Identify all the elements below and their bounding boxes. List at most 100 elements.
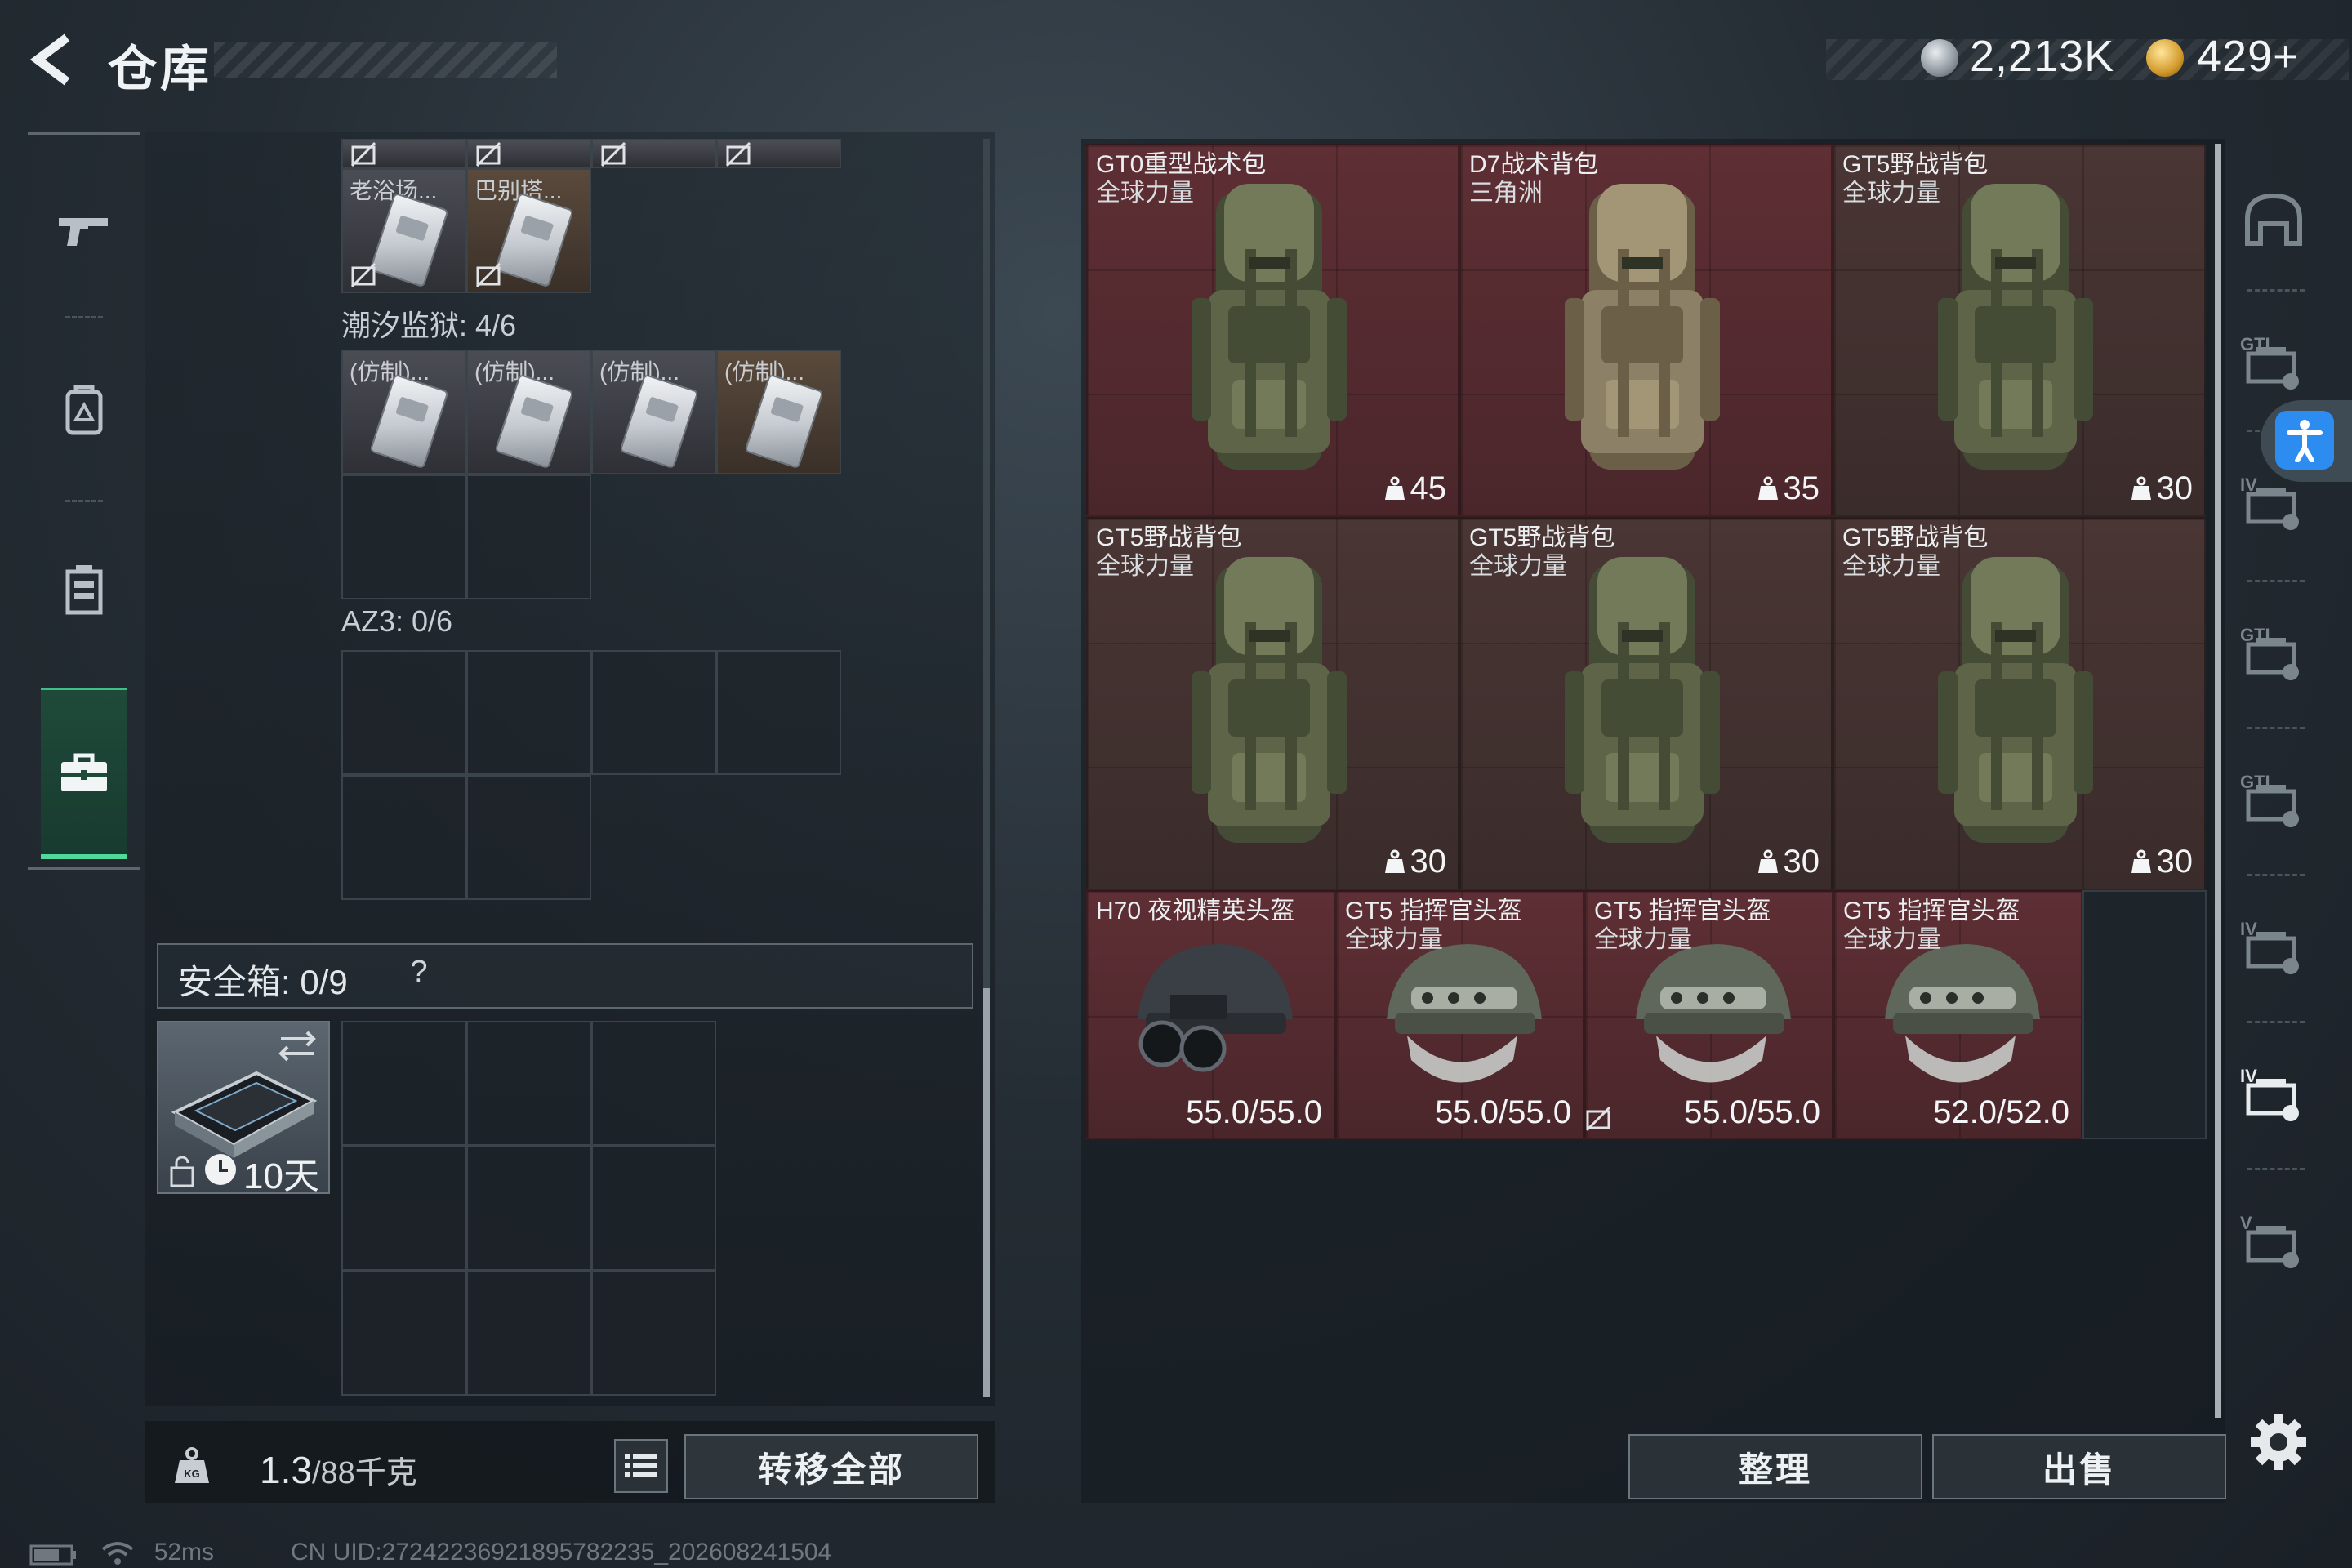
inventory-item[interactable]: 巴别塔... bbox=[466, 168, 591, 293]
svg-text:IV: IV bbox=[2240, 1066, 2257, 1086]
safe-box-slot[interactable] bbox=[341, 1271, 466, 1396]
inventory-item[interactable] bbox=[716, 139, 841, 168]
inventory-item[interactable] bbox=[341, 139, 466, 168]
stash-item[interactable]: GT5野战背包 全球力量 30 bbox=[1086, 517, 1459, 890]
nav-separator bbox=[65, 500, 103, 502]
weight-current: 1.3 bbox=[260, 1449, 312, 1491]
stash-item[interactable]: D7战术背包 三角洲 35 bbox=[1459, 144, 1833, 517]
nav-divider bbox=[28, 132, 140, 135]
vest-tab[interactable] bbox=[28, 508, 140, 671]
empty-slot[interactable] bbox=[2082, 890, 2207, 1139]
uid-readout: CN UID:27242236921895782235_202608241504 bbox=[291, 1539, 832, 1566]
inventory-item[interactable]: (仿制)... bbox=[716, 350, 841, 474]
value-text: 55.0/55.0 bbox=[1435, 1094, 1571, 1130]
stash-item[interactable]: GT5 指挥官头盔 全球力量 52.0/52.0 bbox=[1833, 890, 2082, 1139]
safe-box-slot[interactable] bbox=[591, 1271, 716, 1396]
empty-slot[interactable] bbox=[341, 650, 466, 775]
no-trade-icon bbox=[475, 262, 501, 288]
durability-value: 55.0/55.0 bbox=[1186, 1094, 1322, 1131]
helmet-icon bbox=[2243, 191, 2305, 252]
empty-slot[interactable] bbox=[341, 775, 466, 900]
sort-button[interactable]: 整理 bbox=[1628, 1434, 1922, 1499]
vest-icon bbox=[65, 565, 103, 615]
item-name: GT5野战背包 全球力量 bbox=[1469, 523, 1615, 581]
item-faction: 三角洲 bbox=[1469, 180, 1543, 207]
helmet-tab[interactable] bbox=[2228, 168, 2319, 274]
stash-item[interactable]: GT0重型战术包 全球力量 45 bbox=[1086, 144, 1459, 517]
svg-text:IV: IV bbox=[2240, 474, 2257, 495]
weight-icon bbox=[1384, 845, 1405, 882]
empty-slot[interactable] bbox=[591, 650, 716, 775]
container-scrollbar-thumb[interactable] bbox=[983, 988, 990, 1396]
item-name: H70 夜视精英头盔 bbox=[1096, 897, 1294, 925]
empty-slot[interactable] bbox=[466, 775, 591, 900]
case-iv-tab[interactable]: IV bbox=[2228, 1042, 2319, 1148]
stash-item[interactable]: H70 夜视精英头盔 55.0/55.0 bbox=[1086, 890, 1335, 1139]
inventory-item[interactable] bbox=[466, 139, 591, 168]
armor-iv-icon: IV bbox=[2237, 914, 2310, 983]
inventory-item[interactable]: (仿制)... bbox=[341, 350, 466, 474]
backpack-tab[interactable] bbox=[28, 328, 140, 492]
armor-iv-tab[interactable]: IV bbox=[2228, 895, 2319, 1001]
firearm-tab[interactable] bbox=[28, 149, 140, 312]
empty-slot[interactable] bbox=[466, 650, 591, 775]
settings-button[interactable] bbox=[2246, 1410, 2311, 1475]
capacity-value: 45 bbox=[1384, 470, 1447, 509]
briefcase-icon bbox=[61, 753, 107, 791]
capacity-value: 30 bbox=[2131, 844, 2193, 882]
item-name: GT5野战背包 全球力量 bbox=[1096, 523, 1241, 581]
svg-text:KG: KG bbox=[184, 1468, 200, 1480]
help-button[interactable]: ? bbox=[399, 955, 439, 996]
value-text: 52.0/52.0 bbox=[1933, 1094, 2069, 1130]
battery-icon bbox=[29, 1544, 76, 1566]
empty-slot[interactable] bbox=[466, 474, 591, 599]
no-trade-icon bbox=[1586, 1105, 1612, 1133]
safe-box-slot[interactable] bbox=[591, 1021, 716, 1146]
stash-item[interactable]: GT5 指挥官头盔 全球力量 55.0/55.0 bbox=[1584, 890, 1833, 1139]
lock-icon bbox=[170, 1156, 194, 1187]
back-button[interactable] bbox=[24, 31, 82, 88]
sell-button[interactable]: 出售 bbox=[1932, 1434, 2226, 1499]
item-title: GT5 指挥官头盔 bbox=[1594, 898, 1771, 924]
stash-item[interactable]: GT5野战背包 全球力量 30 bbox=[1833, 517, 2206, 890]
no-trade-icon bbox=[474, 140, 502, 167]
empty-slot[interactable] bbox=[341, 474, 466, 599]
inventory-item[interactable]: 老浴场... bbox=[341, 168, 466, 293]
item-title: D7战术背包 bbox=[1469, 151, 1599, 178]
durability-value: 55.0/55.0 bbox=[1684, 1094, 1820, 1131]
currency-gold[interactable]: 429+ bbox=[2197, 31, 2300, 82]
stash-item[interactable]: GT5野战背包 全球力量 30 bbox=[1459, 517, 1833, 890]
item-title: GT5野战背包 bbox=[1842, 151, 1989, 178]
inventory-item[interactable]: (仿制)... bbox=[466, 350, 591, 474]
ping-readout: 52ms bbox=[154, 1539, 215, 1566]
armor-gti-icon: GTI bbox=[2237, 620, 2310, 689]
item-title: GT5野战背包 bbox=[1096, 524, 1242, 551]
stash-scrollbar-thumb[interactable] bbox=[2215, 144, 2221, 1418]
item-name: GT5 指挥官头盔 全球力量 bbox=[1843, 897, 2020, 955]
item-title: H70 夜视精英头盔 bbox=[1096, 898, 1295, 924]
value-text: 45 bbox=[1410, 470, 1447, 507]
safe-box-slot[interactable] bbox=[341, 1021, 466, 1146]
safe-box-slot[interactable] bbox=[341, 1146, 466, 1271]
safe-box-slot[interactable] bbox=[591, 1146, 716, 1271]
stash-grid: GT0重型战术包 全球力量 45 D7战术背包 三角洲 35 GT5野战背包 全球力量 30… bbox=[1086, 144, 2207, 1140]
nav-separator bbox=[2247, 1021, 2305, 1023]
no-trade-icon bbox=[599, 140, 627, 167]
safe-box-slot[interactable] bbox=[466, 1021, 591, 1146]
value-text: 30 bbox=[1410, 844, 1447, 880]
transfer-all-button[interactable]: 转移全部 bbox=[684, 1434, 978, 1499]
safe-box-tab[interactable] bbox=[41, 688, 127, 859]
nav-separator bbox=[2247, 1168, 2305, 1170]
safe-box-slot[interactable] bbox=[466, 1146, 591, 1271]
inventory-item[interactable] bbox=[591, 139, 716, 168]
inventory-item[interactable]: (仿制)... bbox=[591, 350, 716, 474]
stash-item[interactable]: GT5野战背包 全球力量 30 bbox=[1833, 144, 2206, 517]
armor-gti-tab[interactable]: GTI bbox=[2228, 601, 2319, 707]
case-v-tab[interactable]: V bbox=[2228, 1189, 2319, 1295]
armor-gti-2-tab[interactable]: GTI bbox=[2228, 748, 2319, 854]
list-view-button[interactable] bbox=[614, 1439, 668, 1493]
empty-slot[interactable] bbox=[716, 650, 841, 775]
safe-box-slot[interactable] bbox=[466, 1271, 591, 1396]
nav-divider bbox=[28, 867, 140, 870]
stash-item[interactable]: GT5 指挥官头盔 全球力量 55.0/55.0 bbox=[1335, 890, 1584, 1139]
